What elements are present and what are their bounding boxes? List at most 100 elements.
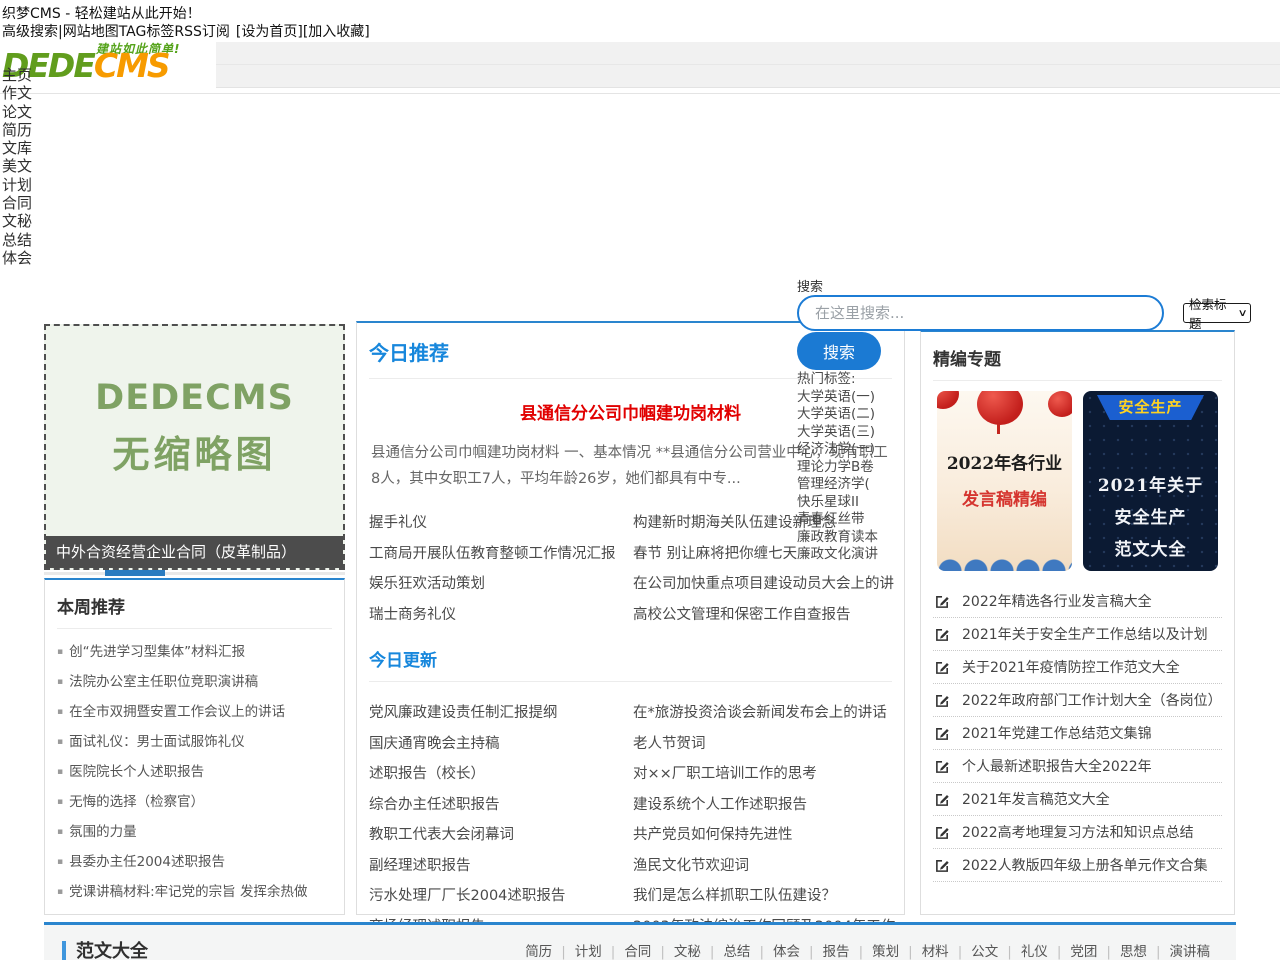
category-link[interactable]: 礼仪 — [1021, 944, 1071, 960]
nav-item[interactable]: 总结 — [2, 231, 32, 249]
article-link[interactable]: 老人节贺词 — [621, 729, 904, 760]
nav-item[interactable]: 主页 — [2, 66, 32, 84]
list-item[interactable]: 2021年发言稿范文大全 — [933, 783, 1222, 816]
search-input[interactable]: 在这里搜索... — [797, 295, 1164, 331]
nav-item[interactable]: 作文 — [2, 84, 32, 102]
article-link[interactable]: 共产党员如何保持先进性 — [621, 820, 904, 851]
article-link[interactable]: 副经理述职报告 — [357, 851, 621, 882]
article-link[interactable]: 党风廉政建设责任制汇报提纲 — [357, 698, 621, 729]
article-link[interactable]: 娱乐狂欢活动策划 — [357, 569, 621, 600]
article-link[interactable]: 教职工代表大会闭幕词 — [357, 820, 621, 851]
article-link[interactable]: 污水处理厂厂长2004述职报告 — [357, 881, 621, 912]
article-link[interactable]: 对××厂职工培训工作的思考 — [621, 759, 904, 790]
article-link[interactable]: 渔民文化节欢迎词 — [621, 851, 904, 882]
nav-item[interactable]: 计划 — [2, 176, 32, 194]
category-link[interactable]: 思想 — [1120, 944, 1170, 960]
list-item[interactable]: 2022年精选各行业发言稿大全 — [933, 585, 1222, 618]
article-link[interactable]: 医院院长个人述职报告 — [69, 764, 204, 780]
article-link[interactable]: 面试礼仪：男士面试服饰礼仪 — [69, 734, 245, 750]
category-link[interactable]: 体会 — [773, 944, 823, 960]
quick-link[interactable]: [设为首页] — [236, 21, 303, 41]
topic-link[interactable]: 2022人教版四年级上册各单元作文合集 — [962, 855, 1208, 875]
list-item[interactable]: 2022人教版四年级上册各单元作文合集 — [933, 849, 1222, 882]
nav-item[interactable]: 简历 — [2, 121, 32, 139]
tag-link[interactable]: 大学英语(三) — [797, 424, 878, 442]
list-item[interactable]: ▪县委办主任2004述职报告 — [57, 847, 332, 877]
article-link[interactable]: 我们是怎么样抓职工队伍建设？ — [621, 881, 904, 912]
quick-link[interactable]: [加入收藏] — [303, 21, 370, 41]
topic-link[interactable]: 个人最新述职报告大全2022年 — [962, 756, 1152, 776]
category-link[interactable]: 总结 — [723, 944, 773, 960]
nav-item[interactable]: 文库 — [2, 139, 32, 157]
quick-link[interactable]: 高级搜索 — [2, 21, 63, 41]
list-item[interactable]: ▪创“先进学习型集体”材料汇报 — [57, 637, 332, 667]
category-link[interactable]: 演讲稿 — [1170, 944, 1211, 960]
list-item[interactable]: 2022高考地理复习方法和知识点总结 — [933, 816, 1222, 849]
article-link[interactable]: 综合办主任述职报告 — [357, 790, 621, 821]
tag-link[interactable]: 大学英语(二) — [797, 406, 878, 424]
tag-link[interactable]: 青春红丝带 — [797, 511, 878, 529]
nav-item[interactable]: 体会 — [2, 249, 32, 267]
article-link[interactable]: 县委办主任2004述职报告 — [69, 854, 225, 870]
article-link[interactable]: 国庆通宵晚会主持稿 — [357, 729, 621, 760]
category-link[interactable]: 合同 — [624, 944, 674, 960]
quick-link[interactable]: 网站地图 — [63, 21, 119, 41]
slider-progress[interactable] — [105, 570, 165, 576]
category-link[interactable]: 计划 — [575, 944, 625, 960]
topic-link[interactable]: 2022年政府部门工作计划大全（各岗位） — [962, 690, 1222, 710]
quick-link[interactable]: TAG标签 — [119, 21, 175, 41]
topic-link[interactable]: 2022高考地理复习方法和知识点总结 — [962, 822, 1194, 842]
tag-link[interactable]: 快乐星球II — [797, 494, 878, 512]
topic-link[interactable]: 2021年关于安全生产工作总结以及计划 — [962, 624, 1208, 644]
list-item[interactable]: ▪医院院长个人述职报告 — [57, 757, 332, 787]
topic-link[interactable]: 关于2021年疫情防控工作范文大全 — [962, 657, 1180, 677]
list-item[interactable]: 个人最新述职报告大全2022年 — [933, 750, 1222, 783]
nav-item[interactable]: 文秘 — [2, 212, 32, 230]
article-link[interactable]: 氛围的力量 — [69, 824, 137, 840]
category-link[interactable]: 党团 — [1070, 944, 1120, 960]
nav-item[interactable]: 美文 — [2, 157, 32, 175]
tag-link[interactable]: 廉政文化演讲 — [797, 546, 878, 564]
search-scope-select[interactable]: 检索标题 ∨ — [1183, 303, 1251, 323]
tag-link[interactable]: 经济法学(一) — [797, 441, 878, 459]
list-item[interactable]: 2021年党建工作总结范文集锦 — [933, 717, 1222, 750]
site-logo[interactable]: 建站如此简单! DEDECMS — [0, 40, 216, 88]
article-link[interactable]: 创“先进学习型集体”材料汇报 — [69, 644, 245, 660]
featured-slider[interactable]: DEDECMS 无缩略图 中外合资经营企业合同（皮革制品） — [44, 324, 345, 570]
category-link[interactable]: 文秘 — [674, 944, 724, 960]
topic-card-speeches-2022[interactable]: 2022年各行业 发言稿精编 — [937, 391, 1072, 571]
nav-item[interactable]: 论文 — [2, 103, 32, 121]
list-item[interactable]: 关于2021年疫情防控工作范文大全 — [933, 651, 1222, 684]
topic-card-safety-2021[interactable]: 安全生产 2021年关于 安全生产 范文大全 — [1083, 391, 1218, 571]
category-link[interactable]: 材料 — [922, 944, 972, 960]
list-item[interactable]: 2021年关于安全生产工作总结以及计划 — [933, 618, 1222, 651]
quick-link[interactable]: RSS订阅 — [174, 21, 230, 41]
topic-link[interactable]: 2022年精选各行业发言稿大全 — [962, 591, 1152, 611]
tag-link[interactable]: 廉政教育读本 — [797, 529, 878, 547]
article-link[interactable]: 建设系统个人工作述职报告 — [621, 790, 904, 821]
article-link[interactable]: 无悔的选择（检察官） — [69, 794, 204, 810]
article-link[interactable]: 瑞士商务礼仪 — [357, 600, 621, 631]
article-link[interactable]: 在全市双拥暨安置工作会议上的讲话 — [69, 704, 285, 720]
article-link[interactable]: 在公司加快重点项目建设动员大会上的讲 — [621, 569, 904, 600]
category-link[interactable]: 简历 — [525, 944, 575, 960]
tag-link[interactable]: 大学英语(一) — [797, 389, 878, 407]
list-item[interactable]: ▪党课讲稿材料:牢记党的宗旨 发挥余热做 — [57, 877, 332, 907]
search-button[interactable]: 搜索 — [797, 332, 881, 370]
list-item[interactable]: ▪在全市双拥暨安置工作会议上的讲话 — [57, 697, 332, 727]
list-item[interactable]: ▪氛围的力量 — [57, 817, 332, 847]
list-item[interactable]: ▪无悔的选择（检察官） — [57, 787, 332, 817]
article-link[interactable]: 法院办公室主任职位竞职演讲稿 — [69, 674, 258, 690]
category-link[interactable]: 策划 — [872, 944, 922, 960]
article-link[interactable]: 握手礼仪 — [357, 508, 621, 539]
article-link[interactable]: 述职报告（校长） — [357, 759, 621, 790]
list-item[interactable]: 2022年政府部门工作计划大全（各岗位） — [933, 684, 1222, 717]
topic-link[interactable]: 2021年党建工作总结范文集锦 — [962, 723, 1152, 743]
article-link[interactable]: 党课讲稿材料:牢记党的宗旨 发挥余热做 — [69, 884, 307, 900]
article-link[interactable]: 在*旅游投资洽谈会新闻发布会上的讲话 — [621, 698, 904, 729]
list-item[interactable]: ▪面试礼仪：男士面试服饰礼仪 — [57, 727, 332, 757]
list-item[interactable]: ▪法院办公室主任职位竞职演讲稿 — [57, 667, 332, 697]
category-link[interactable]: 公文 — [971, 944, 1021, 960]
slide-caption[interactable]: 中外合资经营企业合同（皮革制品） — [46, 536, 343, 568]
article-link[interactable]: 工商局开展队伍教育整顿工作情况汇报 — [357, 539, 621, 570]
